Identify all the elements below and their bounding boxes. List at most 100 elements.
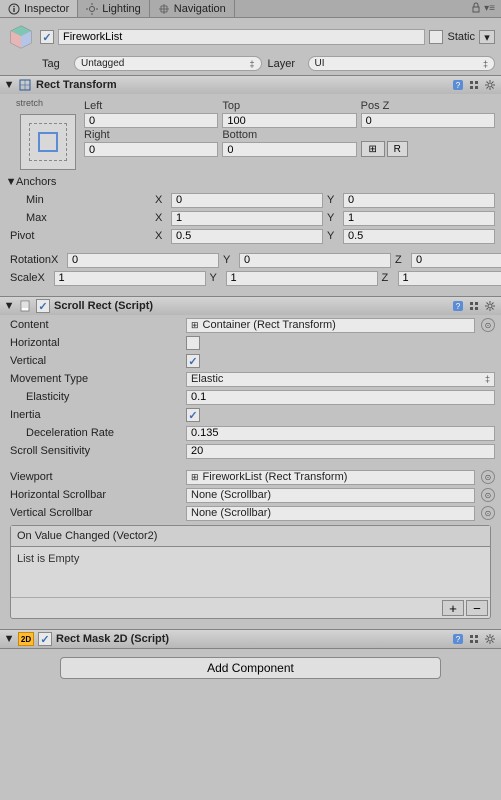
vscrollbar-field[interactable]: None (Scrollbar) — [186, 506, 475, 521]
max-label: Max — [6, 212, 155, 224]
info-icon — [8, 3, 20, 15]
component-title: Rect Mask 2D (Script) — [56, 633, 447, 645]
deceleration-field[interactable] — [186, 426, 495, 441]
anchor-preset-button[interactable] — [20, 114, 76, 170]
svg-text:?: ? — [456, 81, 461, 90]
hscrollbar-field[interactable]: None (Scrollbar) — [186, 488, 475, 503]
content-field[interactable]: ⊞Container (Rect Transform) — [186, 318, 475, 333]
rect-transform-icon — [18, 78, 32, 92]
scale-label: Scale — [6, 272, 38, 284]
svg-text:?: ? — [456, 635, 461, 644]
tab-bar: Inspector Lighting Navigation ▾≡ — [0, 0, 501, 18]
foldout-icon[interactable]: ▼ — [4, 80, 14, 90]
raw-button[interactable]: R — [387, 141, 408, 157]
horizontal-label: Horizontal — [6, 337, 186, 349]
tab-label: Navigation — [174, 3, 226, 15]
rotation-x[interactable] — [67, 253, 219, 268]
active-checkbox[interactable] — [40, 30, 54, 44]
svg-text:?: ? — [456, 302, 461, 311]
help-icon[interactable]: ? — [451, 299, 465, 313]
preset-icon[interactable] — [467, 632, 481, 646]
pivot-x[interactable] — [171, 229, 323, 244]
object-picker-icon[interactable]: ⊙ — [481, 318, 495, 332]
viewport-label: Viewport — [6, 471, 186, 483]
content-label: Content — [6, 319, 186, 331]
gear-icon[interactable] — [483, 299, 497, 313]
gear-icon[interactable] — [483, 632, 497, 646]
tab-navigation[interactable]: Navigation — [150, 0, 235, 17]
scale-x[interactable] — [54, 271, 206, 286]
static-dropdown[interactable]: ▾ — [479, 30, 495, 44]
vscrollbar-label: Vertical Scrollbar — [6, 507, 186, 519]
remove-event-button[interactable]: − — [466, 600, 488, 616]
vertical-checkbox[interactable] — [186, 354, 200, 368]
preset-icon[interactable] — [467, 78, 481, 92]
object-picker-icon[interactable]: ⊙ — [481, 470, 495, 484]
foldout-icon[interactable]: ▼ — [6, 177, 16, 187]
object-picker-icon[interactable]: ⊙ — [481, 506, 495, 520]
tag-dropdown[interactable]: Untagged — [74, 56, 262, 71]
add-event-button[interactable]: + — [442, 600, 464, 616]
component-enabled-checkbox[interactable] — [38, 632, 52, 646]
movement-type-label: Movement Type — [6, 373, 186, 385]
foldout-icon[interactable]: ▼ — [4, 634, 14, 644]
help-icon[interactable]: ? — [451, 632, 465, 646]
rotation-z[interactable] — [411, 253, 501, 268]
tab-inspector[interactable]: Inspector — [0, 0, 78, 17]
deceleration-label: Deceleration Rate — [6, 427, 186, 439]
rect-transform-component: ▼ Rect Transform ? stretch stretch Left … — [0, 75, 501, 296]
preset-icon[interactable] — [467, 299, 481, 313]
sun-icon — [86, 3, 98, 15]
blueprint-button[interactable]: ⊞ — [361, 141, 385, 157]
navigation-icon — [158, 3, 170, 15]
anchor-min-x[interactable] — [171, 193, 323, 208]
min-label: Min — [6, 194, 155, 206]
elasticity-field[interactable] — [186, 390, 495, 405]
anchors-label: Anchors — [16, 176, 56, 188]
inertia-label: Inertia — [6, 409, 186, 421]
rect-mask-component: ▼ 2D Rect Mask 2D (Script) ? — [0, 629, 501, 648]
tab-menu-icon[interactable]: ▾≡ — [484, 3, 495, 14]
tag-label: Tag — [42, 58, 68, 70]
viewport-field[interactable]: ⊞FireworkList (Rect Transform) — [186, 470, 475, 485]
tab-lighting[interactable]: Lighting — [78, 0, 150, 17]
anchor-max-y[interactable] — [343, 211, 495, 226]
add-component-button[interactable]: Add Component — [60, 657, 441, 679]
gameobject-icon[interactable] — [6, 22, 36, 52]
inertia-checkbox[interactable] — [186, 408, 200, 422]
component-enabled-checkbox[interactable] — [36, 299, 50, 313]
scale-z[interactable] — [398, 271, 501, 286]
sensitivity-label: Scroll Sensitivity — [6, 445, 186, 457]
layer-label: Layer — [268, 58, 302, 70]
top-field[interactable] — [222, 113, 356, 128]
object-picker-icon[interactable]: ⊙ — [481, 488, 495, 502]
rotation-y[interactable] — [239, 253, 391, 268]
name-field[interactable] — [58, 29, 425, 45]
pivot-y[interactable] — [343, 229, 495, 244]
static-checkbox[interactable] — [429, 30, 443, 44]
elasticity-label: Elasticity — [6, 391, 186, 403]
hscrollbar-label: Horizontal Scrollbar — [6, 489, 186, 501]
script-icon — [18, 299, 32, 313]
anchor-max-x[interactable] — [171, 211, 323, 226]
foldout-icon[interactable]: ▼ — [4, 301, 14, 311]
help-icon[interactable]: ? — [451, 78, 465, 92]
event-list: On Value Changed (Vector2) List is Empty… — [10, 525, 491, 619]
posz-field[interactable] — [361, 113, 495, 128]
sensitivity-field[interactable] — [186, 444, 495, 459]
event-empty-text: List is Empty — [11, 547, 490, 597]
add-component-area: Add Component — [0, 648, 501, 687]
lock-icon[interactable] — [470, 1, 482, 16]
pivot-label: Pivot — [6, 230, 155, 242]
horizontal-checkbox[interactable] — [186, 336, 200, 350]
anchor-min-y[interactable] — [343, 193, 495, 208]
bottom-field[interactable] — [222, 142, 356, 157]
gameobject-header: Static ▾ Tag Untagged Layer UI — [0, 18, 501, 75]
event-title: On Value Changed (Vector2) — [11, 526, 490, 547]
scale-y[interactable] — [226, 271, 378, 286]
gear-icon[interactable] — [483, 78, 497, 92]
left-field[interactable] — [84, 113, 218, 128]
right-field[interactable] — [84, 142, 218, 157]
movement-type-dropdown[interactable]: Elastic — [186, 372, 495, 387]
layer-dropdown[interactable]: UI — [308, 56, 496, 71]
